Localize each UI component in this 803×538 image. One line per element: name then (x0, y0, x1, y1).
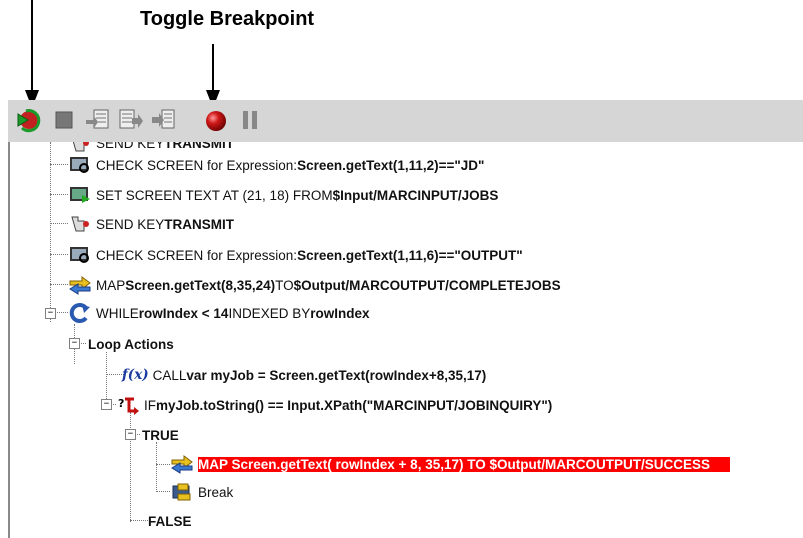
step-into-icon[interactable] (84, 106, 112, 134)
send-key-icon (72, 142, 89, 152)
send-key-icon (71, 216, 89, 232)
debug-toolbar (8, 100, 803, 143)
tree-row-map-1[interactable]: MAP Screen.getText(8,35,24) TO $Output/M… (68, 274, 561, 296)
tree-row-break[interactable]: Break (170, 481, 233, 503)
while-collapse-toggle[interactable]: − (45, 308, 56, 319)
step-out-icon[interactable] (150, 106, 178, 134)
while-loop-icon (69, 303, 90, 323)
check-screen-icon (70, 247, 89, 263)
step-over-icon[interactable] (116, 106, 144, 134)
tree-row-while[interactable]: WHILE rowIndex < 14 INDEXED BY rowIndex (68, 302, 369, 324)
run-arrow-icon (25, 0, 39, 108)
tree-row-check-screen-1[interactable]: CHECK SCREEN for Expression: Screen.getT… (68, 154, 484, 176)
pause-icon[interactable] (236, 106, 264, 134)
set-screen-text-icon (70, 187, 90, 203)
loop-actions-collapse-toggle[interactable]: − (69, 338, 80, 349)
stop-icon[interactable] (50, 106, 78, 134)
map-icon (69, 276, 91, 295)
tree-row-if[interactable]: ? IF myJob.toString() == Input.XPath("MA… (116, 394, 552, 416)
true-collapse-toggle[interactable]: − (125, 429, 136, 440)
toggle-breakpoint-icon[interactable] (202, 106, 230, 134)
map-icon (171, 455, 193, 474)
toggle-breakpoint-callout: Toggle Breakpoint (140, 8, 315, 30)
if-condition-icon: ? (118, 397, 139, 415)
check-screen-icon (70, 157, 89, 173)
tree-row-true[interactable]: TRUE (142, 424, 179, 446)
function-icon: f(x) (122, 367, 149, 383)
tree-row-false[interactable]: FALSE (148, 510, 192, 532)
action-tree: − − − − SEND KEY TRANSMIT CHECK SCREEN f… (8, 142, 803, 538)
tree-row-map-highlighted[interactable]: MAP Screen.getText( rowIndex + 8, 35,17)… (170, 453, 730, 475)
tree-row-loop-actions[interactable]: Loop Actions (88, 333, 174, 355)
tree-row-check-screen-2[interactable]: CHECK SCREEN for Expression: Screen.getT… (68, 244, 523, 266)
tree-row-call[interactable]: f(x) CALL var myJob = Screen.getText(row… (122, 364, 486, 386)
if-collapse-toggle[interactable]: − (101, 399, 112, 410)
svg-text:?: ? (118, 397, 124, 410)
tree-row-send-key-2[interactable]: SEND KEY TRANSMIT (68, 213, 234, 235)
run-icon[interactable] (14, 106, 42, 134)
breakpoint-highlight: MAP Screen.getText( rowIndex + 8, 35,17)… (198, 456, 730, 472)
break-icon (172, 483, 191, 501)
tree-row-send-key-1[interactable]: SEND KEY TRANSMIT (68, 142, 234, 154)
tree-row-set-screen-text[interactable]: SET SCREEN TEXT AT (21, 18) FROM $Input/… (68, 184, 498, 206)
